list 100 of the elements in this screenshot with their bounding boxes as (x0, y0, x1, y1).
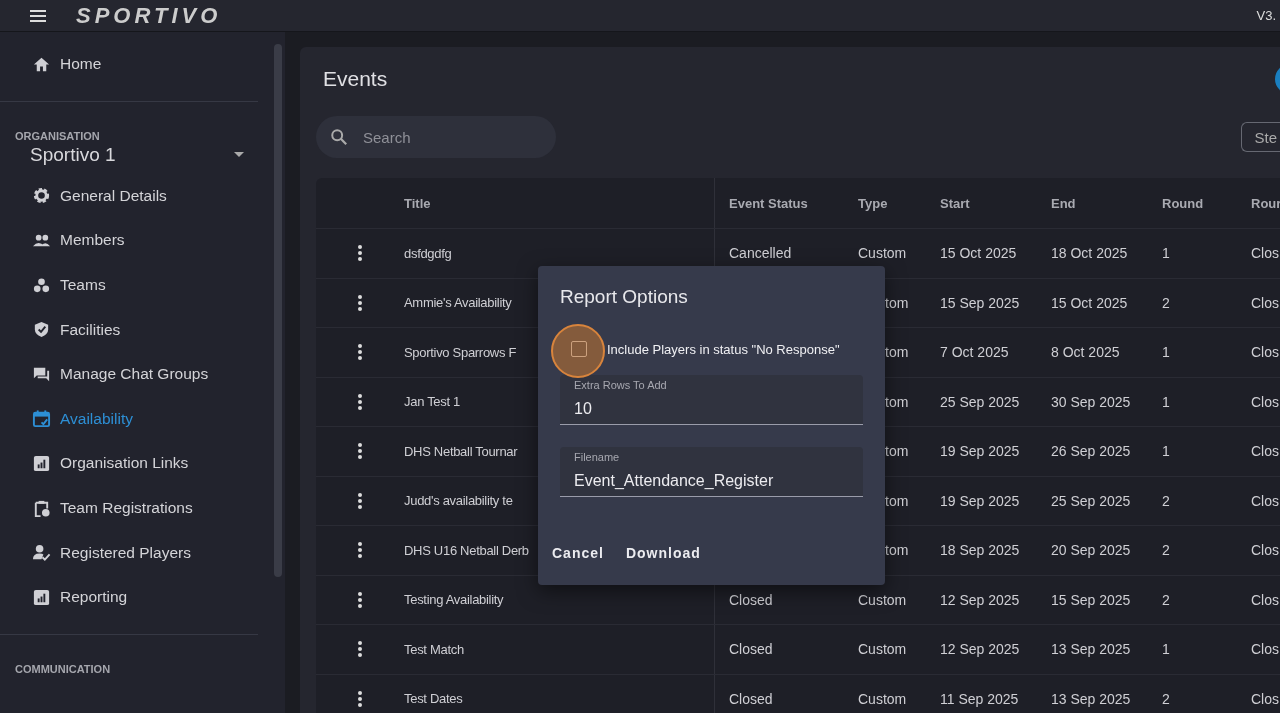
chart-icon (32, 453, 51, 473)
nav-item[interactable]: Organisation Links (0, 441, 271, 486)
table-cell: Closed (729, 690, 773, 707)
table-cell: 2 (1162, 542, 1170, 559)
more-options-icon[interactable] (358, 492, 362, 509)
column-header[interactable]: End (1051, 178, 1162, 228)
table-cell: Clos (1251, 690, 1279, 707)
table-cell: 7 Oct 2025 (940, 344, 1009, 361)
organisation-select[interactable]: Sportivo 1 (0, 141, 271, 174)
field-label: Filename (574, 451, 620, 463)
group-icon (32, 275, 51, 295)
table-cell: 2 (1162, 294, 1170, 311)
table-cell: Clos (1251, 591, 1279, 608)
table-cell: 12 Sep 2025 (940, 591, 1020, 608)
table-cell: Clos (1251, 294, 1279, 311)
table-cell: Test Dates (404, 691, 463, 707)
more-options-icon[interactable] (358, 591, 362, 608)
table-cell: Clos (1251, 344, 1279, 361)
search-field[interactable]: Search (316, 116, 556, 158)
nav-item[interactable]: Home (0, 42, 271, 87)
filter-button[interactable]: Ste (1241, 122, 1280, 152)
table-cell: tom (885, 542, 909, 559)
column-header[interactable]: Event Status (714, 178, 858, 228)
caret-icon (234, 152, 244, 158)
nav-item[interactable]: Reporting (0, 574, 271, 620)
table-cell: 12 Sep 2025 (940, 641, 1020, 658)
table-cell: 19 Sep 2025 (940, 492, 1020, 509)
search-icon (330, 128, 348, 146)
more-options-icon[interactable] (358, 393, 362, 410)
table-cell: 30 Sep 2025 (1051, 393, 1131, 410)
more-options-icon[interactable] (358, 641, 362, 658)
column-header[interactable]: Type (858, 178, 940, 228)
table-cell: Cancelled (729, 245, 792, 262)
dialog-title: Report Options (560, 286, 689, 308)
table-cell: Closed (729, 641, 773, 658)
table-cell: Testing Availability (404, 592, 504, 608)
more-options-icon[interactable] (358, 690, 362, 707)
nav-item[interactable]: Members (0, 218, 271, 263)
nav-item[interactable]: Availability (0, 396, 271, 442)
table-cell: 20 Sep 2025 (1051, 542, 1131, 559)
table-cell: 2 (1162, 492, 1170, 509)
table-cell: Clos (1251, 641, 1279, 658)
settings-icon (32, 186, 51, 206)
table-cell: Jan Test 1 (404, 394, 461, 410)
chart-icon (32, 587, 51, 607)
table-cell: 13 Sep 2025 (1051, 690, 1131, 707)
nav-item[interactable]: General Details (0, 173, 271, 219)
table-cell: 1 (1162, 393, 1170, 410)
table-cell: Custom (858, 591, 907, 608)
logo: SPORTIVO (76, 2, 222, 29)
more-options-icon[interactable] (358, 542, 362, 559)
menu-icon[interactable] (30, 9, 46, 22)
column-header[interactable]: Round (1162, 178, 1251, 228)
field-label: Extra Rows To Add (574, 379, 667, 391)
dialog-button[interactable]: Download (618, 541, 708, 565)
table-cell: Closed (729, 591, 773, 608)
table-cell: 1 (1162, 443, 1170, 460)
table-cell: 26 Sep 2025 (1051, 443, 1131, 460)
version-label: V3. (1256, 8, 1277, 23)
table-cell: Clos (1251, 443, 1279, 460)
nav-item[interactable]: Registered Players (0, 530, 271, 575)
table-cell: tom (885, 294, 909, 311)
page-title: Events (323, 67, 388, 91)
nav-item[interactable]: Teams (0, 262, 271, 308)
more-options-icon[interactable] (358, 344, 362, 361)
table-cell: 1 (1162, 344, 1170, 361)
clipboard-clock-icon (32, 498, 51, 518)
column-header[interactable]: Title (404, 178, 714, 228)
table-cell: 15 Sep 2025 (1051, 591, 1131, 608)
nav-item[interactable]: Manage Chat Groups (0, 351, 271, 397)
table-cell: Clos (1251, 492, 1279, 509)
table-cell: 2 (1162, 591, 1170, 608)
table-cell: 18 Sep 2025 (940, 542, 1020, 559)
table-cell: 1 (1162, 245, 1170, 262)
calendar-icon (32, 409, 51, 429)
table-cell: 13 Sep 2025 (1051, 641, 1131, 658)
table-cell: 25 Sep 2025 (940, 393, 1020, 410)
nav-item[interactable]: Team Registrations (0, 485, 271, 531)
table-cell: DHS Netball Tournar (404, 443, 518, 459)
more-options-icon[interactable] (358, 443, 362, 460)
checkbox[interactable] (571, 341, 587, 357)
table-cell: Clos (1251, 393, 1279, 410)
table-cell: Judd's availability te (404, 493, 513, 509)
table-cell: 18 Oct 2025 (1051, 245, 1128, 262)
more-options-icon[interactable] (358, 245, 362, 262)
table-cell: Custom (858, 245, 907, 262)
table-cell: Custom (858, 641, 907, 658)
table-cell: tom (885, 492, 909, 509)
table-cell: Ammie's Availability (404, 295, 512, 311)
table-cell: 15 Sep 2025 (940, 294, 1020, 311)
nav-item[interactable]: Facilities (0, 307, 271, 352)
checkbox-label: Include Players in status "No Response" (607, 341, 840, 357)
section-heading: ORGANISATION (14, 129, 101, 142)
table-cell: tom (885, 393, 909, 410)
person-check-icon (32, 543, 51, 563)
column-header[interactable]: Start (940, 178, 1051, 228)
table-cell: 11 Sep 2025 (940, 690, 1019, 707)
more-options-icon[interactable] (358, 294, 362, 311)
dialog-button[interactable]: Cancel (545, 541, 611, 565)
table-cell: Test Match (404, 641, 464, 657)
